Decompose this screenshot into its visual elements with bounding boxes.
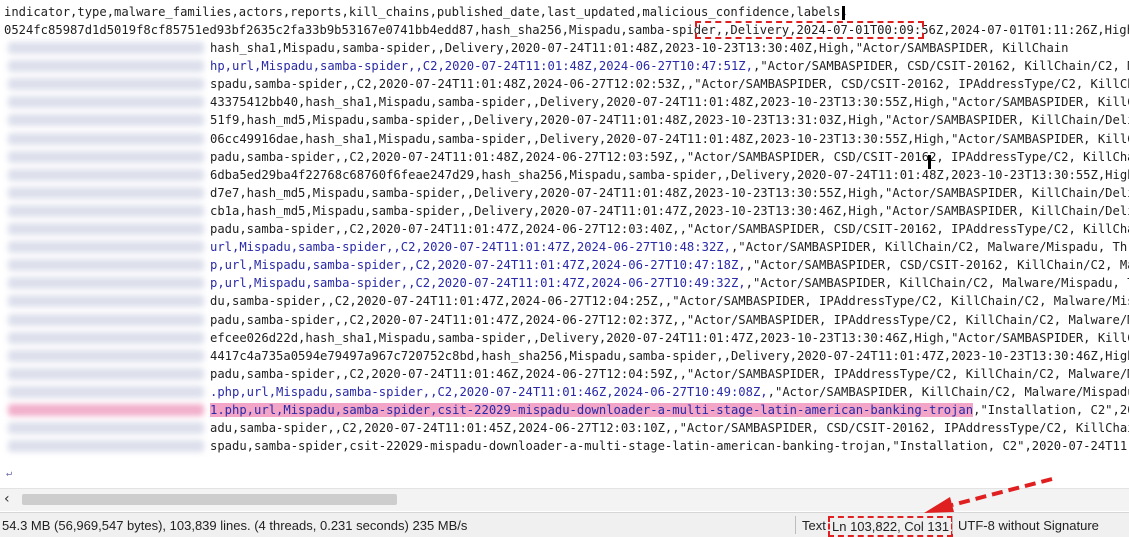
csv-line: hash_sha1,Mispadu,samba-spider,,Delivery… — [210, 39, 1129, 57]
scroll-left-icon[interactable]: ‹ — [4, 491, 10, 507]
url-token: p,url,Mispadu,samba-spider,,C2,2020-07-2… — [210, 258, 746, 272]
csv-line: padu,samba-spider,,C2,2020-07-24T11:01:4… — [210, 148, 1129, 166]
csv-line: 6dba5ed29ba4f22768c68760f6feae247d29,has… — [210, 166, 1129, 184]
csv-line: padu,samba-spider,,C2,2020-07-24T11:01:4… — [210, 311, 1129, 329]
line-text: padu,samba-spider,,C2,2020-07-24T11:01:4… — [210, 367, 1129, 381]
encoding-text[interactable]: UTF-8 without Signature — [958, 518, 1099, 533]
line-text: spadu,samba-spider,csit-22029-mispadu-do… — [210, 439, 1129, 453]
csv-line: du,samba-spider,,C2,2020-07-24T11:01:47Z… — [210, 292, 1129, 310]
url-token: .php,url,Mispadu,samba-spider,,C2,2020-0… — [210, 385, 768, 399]
csv-line: 43375412bb40,hash_sha1,Mispadu,samba-spi… — [210, 93, 1129, 111]
dates-annotation-box — [695, 21, 924, 39]
csv-line: p,url,Mispadu,samba-spider,,C2,2020-07-2… — [210, 256, 1129, 274]
text-cursor — [928, 155, 931, 169]
line-text: ,"Installation, C2",2020-0 — [973, 403, 1129, 417]
redacted-indicator — [8, 223, 204, 235]
line-text: padu,samba-spider,,C2,2020-07-24T11:01:4… — [210, 313, 1129, 327]
redacted-indicator — [8, 241, 204, 253]
url-token: url,Mispadu,samba-spider,,C2,2020-07-24T… — [210, 240, 731, 254]
csv-line: padu,samba-spider,,C2,2020-07-24T11:01:4… — [210, 365, 1129, 383]
url-token: p,url,Mispadu,samba-spider,,C2,2020-07-2… — [210, 276, 746, 290]
csv-line: spadu,samba-spider,csit-22029-mispadu-do… — [210, 437, 1129, 455]
redacted-indicator — [8, 42, 204, 54]
line-text: adu,samba-spider,,C2,2020-07-24T11:01:45… — [210, 421, 1129, 435]
text-editor-area[interactable]: indicator,type,malware_families,actors,r… — [0, 0, 1129, 485]
csv-line: hp,url,Mispadu,samba-spider,,C2,2020-07-… — [210, 57, 1129, 75]
status-divider — [952, 516, 953, 534]
redacted-indicator — [8, 259, 204, 271]
csv-line: 1.php,url,Mispadu,samba-spider,csit-2202… — [210, 401, 1129, 419]
end-of-file-marker: ↵ — [6, 468, 13, 479]
file-info-text: 54.3 MB (56,969,547 bytes), 103,839 line… — [2, 518, 468, 533]
line-text: 06cc49916dae,hash_sha1,Mispadu,samba-spi… — [210, 132, 1129, 146]
line-text: hash_sha1,Mispadu,samba-spider,,Delivery… — [210, 41, 1069, 55]
redacted-indicator — [8, 314, 204, 326]
line-text: 6dba5ed29ba4f22768c68760f6feae247d29,has… — [210, 168, 1129, 182]
csv-line: url,Mispadu,samba-spider,,C2,2020-07-24T… — [210, 238, 1129, 256]
selected-text: 1.php,url,Mispadu,samba-spider,csit-2202… — [210, 403, 974, 417]
line-text: cb1a,hash_md5,Mispadu,samba-spider,,Deli… — [210, 204, 1129, 218]
csv-line: spadu,samba-spider,,C2,2020-07-24T11:01:… — [210, 75, 1129, 93]
redacted-indicator — [8, 114, 204, 126]
redacted-indicator — [8, 295, 204, 307]
line-text: 4417c4a735a0594e79497a967c720752c8bd,has… — [210, 349, 1129, 363]
redacted-indicator — [8, 96, 204, 108]
csv-line: cb1a,hash_md5,Mispadu,samba-spider,,Deli… — [210, 202, 1129, 220]
redacted-indicator — [8, 422, 204, 434]
redacted-indicator — [8, 277, 204, 289]
line-text: d7e7,hash_md5,Mispadu,samba-spider,,Deli… — [210, 186, 1129, 200]
line-text: du,samba-spider,,C2,2020-07-24T11:01:47Z… — [210, 294, 1129, 308]
caret-marker — [842, 6, 845, 20]
line-text: ,"Actor/SAMBASPIDER, KillChain/C2, Malwa… — [730, 240, 1129, 254]
redacted-indicator — [8, 169, 204, 181]
redacted-indicator — [8, 151, 204, 163]
csv-line: efcee026d22d,hash_sha1,Mispadu,samba-spi… — [210, 329, 1129, 347]
redacted-indicator — [8, 404, 204, 416]
csv-line: 51f9,hash_md5,Mispadu,samba-spider,,Deli… — [210, 111, 1129, 129]
cursor-position-text[interactable]: Ln 103,822, Col 131 — [828, 516, 954, 537]
status-bar: 54.3 MB (56,969,547 bytes), 103,839 line… — [0, 512, 1129, 537]
redacted-indicator — [8, 440, 204, 452]
line-text: ,"Actor/SAMBASPIDER, CSD/CSIT-20162, Kil… — [752, 59, 1129, 73]
csv-line: padu,samba-spider,,C2,2020-07-24T11:01:4… — [210, 220, 1129, 238]
line-text: ,"Actor/SAMBASPIDER, KillChain/C2, Malwa… — [767, 385, 1129, 399]
line-text: 43375412bb40,hash_sha1,Mispadu,samba-spi… — [210, 95, 1129, 109]
csv-line: 06cc49916dae,hash_sha1,Mispadu,samba-spi… — [210, 130, 1129, 148]
csv-line: 4417c4a735a0594e79497a967c720752c8bd,has… — [210, 347, 1129, 365]
horizontal-scrollbar[interactable]: ‹ — [0, 488, 1129, 511]
csv-line: p,url,Mispadu,samba-spider,,C2,2020-07-2… — [210, 274, 1129, 292]
redacted-indicator — [8, 386, 204, 398]
line-text: padu,samba-spider,,C2,2020-07-24T11:01:4… — [210, 222, 1129, 236]
redacted-indicator — [8, 78, 204, 90]
line-text: ,"Actor/SAMBASPIDER, CSD/CSIT-20162, Kil… — [745, 258, 1129, 272]
redacted-indicator — [8, 187, 204, 199]
redacted-indicator — [8, 205, 204, 217]
status-divider — [795, 516, 796, 534]
redacted-indicator — [8, 133, 204, 145]
line-text: 51f9,hash_md5,Mispadu,samba-spider,,Deli… — [210, 113, 1129, 127]
redacted-indicator — [8, 60, 204, 72]
scrollbar-thumb[interactable] — [22, 494, 397, 505]
url-token: hp,url,Mispadu,samba-spider,,C2,2020-07-… — [210, 59, 753, 73]
line-text: efcee026d22d,hash_sha1,Mispadu,samba-spi… — [210, 331, 1129, 345]
view-mode-text[interactable]: Text — [802, 518, 826, 533]
csv-header-line: indicator,type,malware_families,actors,r… — [4, 5, 848, 19]
redacted-indicator — [8, 350, 204, 362]
csv-line: .php,url,Mispadu,samba-spider,,C2,2020-0… — [210, 383, 1129, 401]
csv-line: d7e7,hash_md5,Mispadu,samba-spider,,Deli… — [210, 184, 1129, 202]
redacted-indicator — [8, 332, 204, 344]
line-text: padu,samba-spider,,C2,2020-07-24T11:01:4… — [210, 150, 1129, 164]
csv-line-1: 0524fc85987d1d5019f8cf85751ed93bf2635c2f… — [4, 23, 1129, 37]
redacted-indicator — [8, 368, 204, 380]
line-text: spadu,samba-spider,,C2,2020-07-24T11:01:… — [210, 77, 1129, 91]
line-text: ,"Actor/SAMBASPIDER, KillChain/C2, Malwa… — [745, 276, 1129, 290]
csv-line: adu,samba-spider,,C2,2020-07-24T11:01:45… — [210, 419, 1129, 437]
